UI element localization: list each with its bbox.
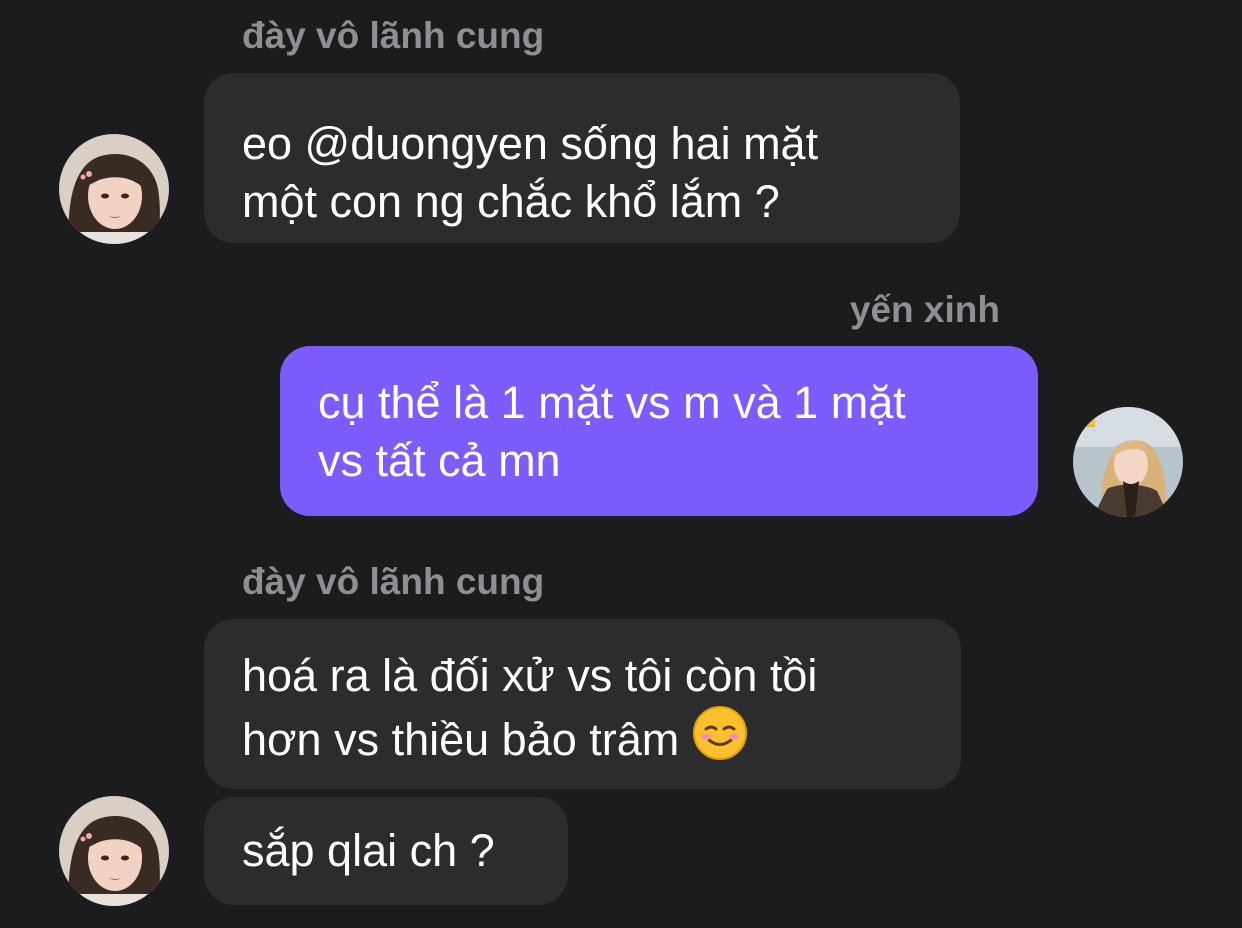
message-text: vs tất cả mn [318,435,561,486]
message-text: hoá ra là đối xử vs tôi còn tồi [242,650,818,701]
message-text: cụ thể là 1 mặt vs m và 1 mặt [318,377,906,428]
message-text-with-emoji: hơn vs thiều bảo trâm [242,705,923,769]
avatar-photo [1073,407,1183,517]
message-text: một con ng chắc khổ lắm ? [242,176,780,227]
message-bubble-incoming[interactable]: sắp qlai ch ? [204,797,568,905]
message-text: sắp qlai ch ? [242,825,495,876]
message-bubble-outgoing[interactable]: cụ thể là 1 mặt vs m và 1 mặt vs tất cả … [280,346,1038,516]
avatar-incoming[interactable] [59,134,169,244]
avatar-photo [59,796,169,906]
chat-screen: đày vô lãnh cung eo @duongyen sống hai m… [0,0,1242,928]
avatar-photo [59,134,169,244]
sender-name: yến xinh [849,289,1000,330]
smiling-face-emoji-icon [692,705,748,761]
avatar-outgoing[interactable] [1073,407,1183,517]
sender-name: đày vô lãnh cung [242,15,545,56]
message-bubble-incoming[interactable]: eo @duongyen sống hai mặt một con ng chắ… [204,73,960,243]
avatar-incoming[interactable] [59,796,169,906]
message-bubble-incoming[interactable]: hoá ra là đối xử vs tôi còn tồi hơn vs t… [204,619,961,789]
sender-name: đày vô lãnh cung [242,561,545,602]
message-text: hơn vs thiều bảo trâm [242,714,680,765]
message-text: eo @duongyen sống hai mặt [242,118,819,169]
